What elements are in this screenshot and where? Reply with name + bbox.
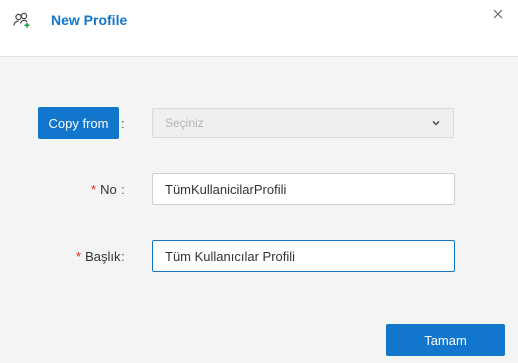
dialog-header: New Profile [0, 0, 518, 57]
copy-from-button[interactable]: Copy from [38, 107, 119, 139]
close-icon[interactable] [490, 6, 506, 22]
chevron-down-icon [432, 121, 440, 126]
no-label-text: No [100, 182, 117, 197]
no-separator: : [121, 182, 125, 197]
title-separator: : [121, 249, 125, 264]
copy-from-select-value: Seçiniz [165, 116, 204, 130]
title-input[interactable] [152, 240, 455, 272]
ok-button[interactable]: Tamam [386, 324, 505, 356]
no-input[interactable] [152, 173, 455, 205]
copy-from-separator: : [121, 116, 125, 131]
required-mark: * [91, 182, 97, 197]
copy-from-select[interactable]: Seçiniz [152, 108, 454, 138]
dialog-title: New Profile [51, 12, 128, 28]
no-label: * No [91, 182, 117, 198]
title-label: * Başlık [76, 249, 120, 265]
title-label-text: Başlık [85, 249, 121, 264]
new-profile-dialog: New Profile Copy from : Seçiniz *No : *B… [0, 0, 518, 363]
add-users-icon [13, 12, 30, 28]
required-mark: * [76, 249, 82, 264]
